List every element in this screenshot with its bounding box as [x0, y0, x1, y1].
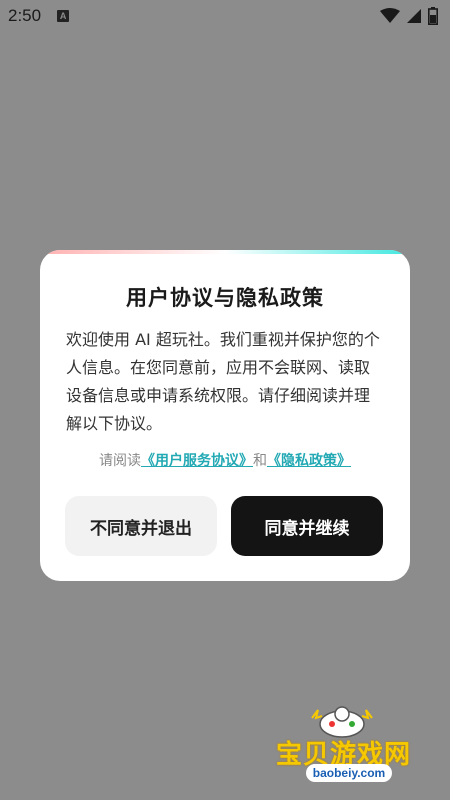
- dialog-accent-line: [40, 250, 410, 254]
- dialog-title: 用户协议与隐私政策: [126, 286, 324, 310]
- signal-icon: [407, 9, 421, 23]
- privacy-policy-link[interactable]: 《隐私政策》: [267, 453, 351, 469]
- battery-icon: [428, 7, 438, 25]
- agree-and-continue-button[interactable]: 同意并继续: [231, 496, 383, 556]
- dialog-body-text: 欢迎使用 AI 超玩社。我们重视并保护您的个人信息。在您同意前，应用不会联网、读…: [66, 330, 380, 433]
- watermark-url: baobeiy.com: [306, 764, 392, 782]
- a-icon: A: [57, 10, 70, 22]
- status-time: 2:50: [8, 6, 42, 25]
- terms-of-service-link[interactable]: 《用户服务协议》: [141, 453, 253, 469]
- wifi-icon: [380, 8, 400, 23]
- agreement-links: 请阅读《用户服务协议》和《隐私政策》: [40, 450, 410, 470]
- links-prefix: 请阅读: [99, 453, 141, 469]
- consent-dialog: 用户协议与隐私政策 欢迎使用 AI 超玩社。我们重视并保护您的个人信息。在您同意…: [40, 250, 410, 581]
- links-joiner: 和: [253, 453, 267, 469]
- decline-and-exit-button[interactable]: 不同意并退出: [65, 496, 217, 556]
- watermark-logo: 宝贝游戏网 baobeiy.com: [272, 700, 422, 790]
- status-bar: 2:50 A: [0, 0, 450, 32]
